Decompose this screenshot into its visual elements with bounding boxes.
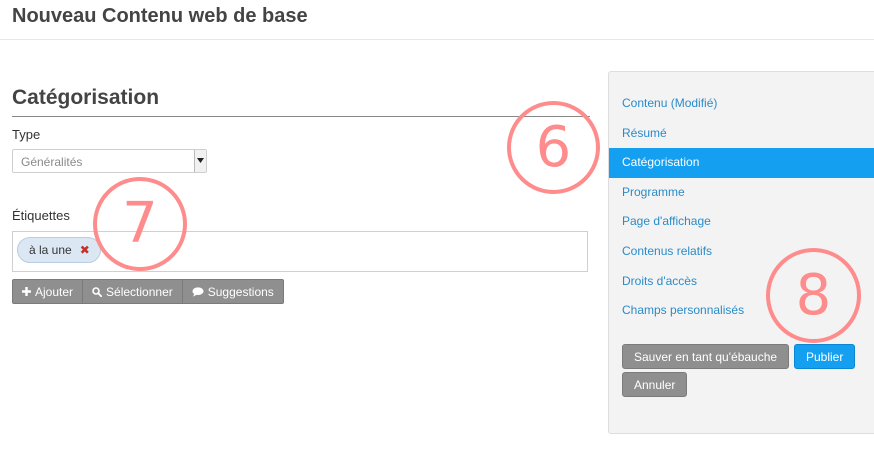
type-select-value: Généralités <box>21 155 83 169</box>
dropdown-arrow-icon[interactable] <box>194 150 206 172</box>
type-select[interactable]: Généralités <box>12 149 207 173</box>
tag-chip: à la une ✖ <box>17 237 101 263</box>
sidebar-item-page-affichage[interactable]: Page d'affichage <box>609 207 874 237</box>
search-icon <box>92 286 103 297</box>
suggestions-button[interactable]: Suggestions <box>182 279 284 304</box>
section-title: Catégorisation <box>12 86 160 109</box>
publish-button[interactable]: Publier <box>794 344 856 369</box>
page: Nouveau Contenu web de base Catégorisati… <box>0 0 874 460</box>
page-header: Nouveau Contenu web de base <box>0 0 874 40</box>
callout-7: 7 <box>93 177 187 271</box>
remove-tag-icon[interactable]: ✖ <box>80 243 90 257</box>
section-divider <box>12 116 590 117</box>
cancel-button[interactable]: Annuler <box>622 372 688 397</box>
callout-6: 6 <box>507 101 600 194</box>
sidebar-item-programme[interactable]: Programme <box>609 178 874 208</box>
tag-actions: Ajouter Sélectionner Suggestions <box>12 279 284 304</box>
page-title: Nouveau Contenu web de base <box>12 5 308 27</box>
type-label: Type <box>12 127 41 142</box>
save-draft-button[interactable]: Sauver en tant qu'ébauche <box>622 344 790 369</box>
select-tags-label: Sélectionner <box>106 284 173 299</box>
suggestions-label: Suggestions <box>207 284 274 299</box>
add-tag-button[interactable]: Ajouter <box>12 279 84 304</box>
comment-icon <box>192 286 204 297</box>
tags-label: Étiquettes <box>12 208 70 223</box>
callout-8: 8 <box>766 248 861 343</box>
sidebar-item-categorisation[interactable]: Catégorisation <box>609 148 874 178</box>
select-tags-button[interactable]: Sélectionner <box>83 279 183 304</box>
plus-icon <box>22 287 31 296</box>
sidebar-item-resume[interactable]: Résumé <box>609 119 874 149</box>
add-tag-label: Ajouter <box>35 284 74 299</box>
tag-label: à la une <box>29 243 72 257</box>
sidebar-item-contenu[interactable]: Contenu (Modifié) <box>609 89 874 119</box>
